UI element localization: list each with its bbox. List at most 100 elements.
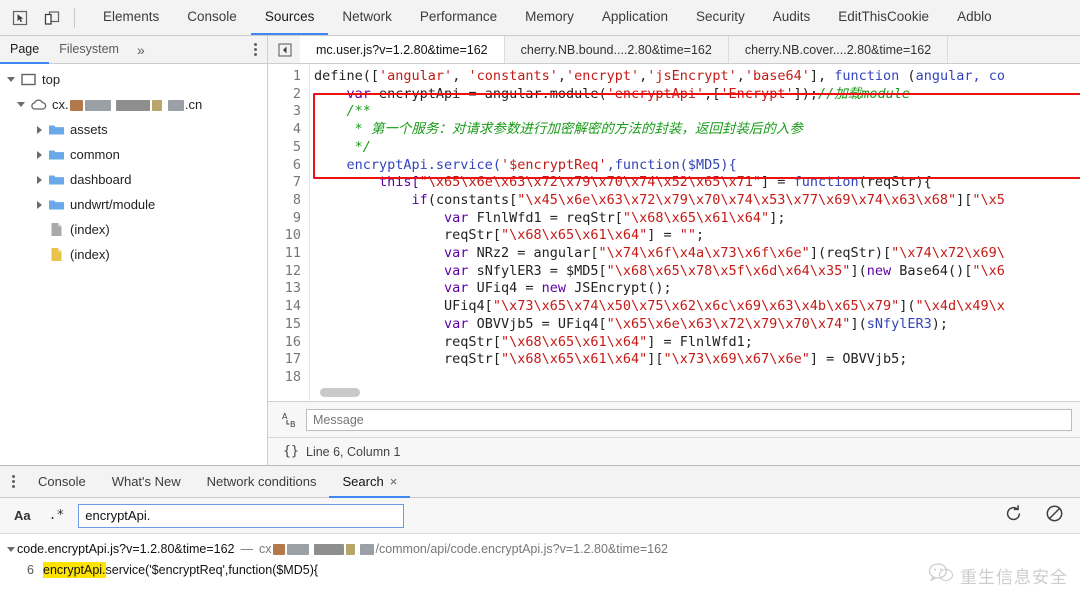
- tab-console[interactable]: Console: [173, 0, 251, 35]
- code-token: "\x74\x6f\x4a\x73\x6f\x6e": [598, 245, 810, 262]
- tree-item-index-gray[interactable]: (index): [0, 217, 267, 242]
- code-token: (reqStr){: [858, 174, 932, 191]
- drawer-tab-label: Console: [38, 473, 86, 489]
- horizontal-scrollbar-thumb[interactable]: [320, 388, 360, 397]
- tree-item-origin[interactable]: cx. .cn: [0, 92, 267, 117]
- line-number: 8: [292, 191, 301, 208]
- show-more-tabs-icon[interactable]: [268, 36, 300, 63]
- chevron-right-icon[interactable]: [32, 125, 46, 134]
- code-token: ] = FlnlWfd1;: [647, 333, 753, 350]
- drawer-tab-console[interactable]: Console: [25, 466, 99, 498]
- redaction-block: [360, 544, 375, 556]
- nav-more-tabs-icon[interactable]: »: [129, 36, 152, 63]
- code-token: reqStr[: [444, 227, 501, 244]
- toolbar-icon-group: [0, 0, 89, 35]
- chevron-right-icon[interactable]: [32, 175, 46, 184]
- tab-adblock[interactable]: Adblo: [943, 0, 1006, 35]
- editor-pane: mc.user.js?v=1.2.80&time=162 cherry.NB.b…: [268, 36, 1080, 465]
- code-line: var sNfylER3 = $MD5["\x68\x65\x78\x5f\x6…: [314, 263, 1080, 281]
- code-line: /**: [314, 103, 1080, 121]
- editor-tab-cherry-nb-cover[interactable]: cherry.NB.cover....2.80&time=162: [729, 36, 949, 63]
- code-token: "\x6: [972, 262, 1005, 279]
- chevron-right-icon[interactable]: [32, 150, 46, 159]
- code-content[interactable]: define(['angular', 'constants','encrypt'…: [310, 64, 1080, 401]
- editor-tab-cherry-nb-bound[interactable]: cherry.NB.bound....2.80&time=162: [505, 36, 729, 63]
- tab-elements[interactable]: Elements: [89, 0, 173, 35]
- line-number-gutter: 1 2 3 4 5 6 7 8 9 10 11 12 13 14 15 16 17 18: [268, 64, 310, 401]
- search-input[interactable]: [78, 503, 405, 528]
- code-line: var OBVVjb5 = UFiq4["\x65\x6e\x63\x72\x7…: [314, 316, 1080, 334]
- code-token: UFiq4 =: [468, 280, 542, 297]
- device-toolbar-icon[interactable]: [40, 7, 64, 29]
- tree-item-assets[interactable]: assets: [0, 117, 267, 142]
- tree-item-undwrt-module[interactable]: undwrt/module: [0, 192, 267, 217]
- navigator-menu-button[interactable]: [244, 36, 267, 63]
- tree-item-top[interactable]: top: [0, 67, 267, 92]
- code-line: * 第一个服务：对请求参数进行加密解密的方法的封装，返回封装后的入参: [314, 121, 1080, 139]
- chevron-down-icon[interactable]: [4, 77, 18, 82]
- chevron-right-icon[interactable]: [32, 200, 46, 209]
- svg-text:A: A: [282, 412, 288, 421]
- line-number: 5: [292, 138, 301, 155]
- search-toolbar: Aa .*: [0, 498, 1080, 534]
- tree-item-label: undwrt/module: [70, 197, 156, 212]
- tree-item-common[interactable]: common: [0, 142, 267, 167]
- devtools-window: Elements Console Sources Network Perform…: [0, 0, 1080, 597]
- drawer-tabbar: Console What's New Network conditions Se…: [0, 466, 1080, 498]
- editor-tab-mc-user-js[interactable]: mc.user.js?v=1.2.80&time=162: [300, 36, 505, 63]
- drawer-tab-search[interactable]: Search ×: [329, 466, 411, 498]
- code-token: ](: [899, 298, 916, 315]
- code-token: this[: [379, 174, 420, 191]
- format-braces-icon[interactable]: {}: [276, 444, 306, 459]
- tab-sources[interactable]: Sources: [250, 0, 329, 35]
- navigator-sidebar: Page Filesystem » top cx. .cn assets com…: [0, 36, 268, 465]
- drawer-tab-whats-new[interactable]: What's New: [99, 466, 194, 498]
- message-input[interactable]: [306, 408, 1072, 431]
- inspect-element-icon[interactable]: [8, 7, 32, 29]
- nav-tab-page[interactable]: Page: [0, 36, 50, 64]
- close-icon[interactable]: ×: [390, 474, 398, 489]
- regex-icon[interactable]: .*: [45, 506, 69, 525]
- code-line: encryptApi.service('$encryptReq',functio…: [314, 157, 1080, 175]
- tab-security[interactable]: Security: [682, 0, 759, 35]
- search-result-file-row[interactable]: code.encryptApi.js?v=1.2.80&time=162 — c…: [0, 539, 1080, 559]
- code-line: var FlnlWfd1 = reqStr["\x68\x65\x61\x64"…: [314, 210, 1080, 228]
- chevron-down-icon[interactable]: [14, 102, 28, 107]
- match-code-after: service('$encryptReq',function($MD5){: [105, 563, 319, 577]
- drawer-tab-label: What's New: [111, 473, 181, 489]
- refresh-icon[interactable]: [1004, 504, 1023, 528]
- tab-performance[interactable]: Performance: [406, 0, 511, 35]
- clear-icon[interactable]: [1045, 504, 1064, 528]
- drawer-menu-button[interactable]: [0, 466, 25, 497]
- kebab-menu-icon: [12, 475, 15, 488]
- navigator-tabbar: Page Filesystem »: [0, 36, 267, 64]
- code-editor[interactable]: 1 2 3 4 5 6 7 8 9 10 11 12 13 14 15 16 17 18 define(['ang…: [268, 64, 1080, 401]
- main-tab-list: Elements Console Sources Network Perform…: [89, 0, 1080, 35]
- tab-memory[interactable]: Memory: [511, 0, 588, 35]
- tab-editthiscookie[interactable]: EditThisCookie: [824, 0, 943, 35]
- tab-network[interactable]: Network: [328, 0, 406, 35]
- tree-item-index-yellow[interactable]: (index): [0, 242, 267, 267]
- tree-item-dashboard[interactable]: dashboard: [0, 167, 267, 192]
- code-token: ] =: [761, 174, 794, 191]
- tab-audits[interactable]: Audits: [759, 0, 825, 35]
- code-token: "\x74\x72\x69\: [891, 245, 1005, 262]
- search-results-list: code.encryptApi.js?v=1.2.80&time=162 — c…: [0, 534, 1080, 597]
- tab-application[interactable]: Application: [588, 0, 682, 35]
- code-token: 'jsEncrypt': [647, 68, 737, 84]
- chevron-down-icon[interactable]: [4, 546, 17, 552]
- match-case-icon[interactable]: Aa: [10, 506, 35, 525]
- nav-tab-filesystem[interactable]: Filesystem: [49, 36, 129, 64]
- code-line: if(constants["\x45\x6e\x63\x72\x79\x70\x…: [314, 192, 1080, 210]
- drawer-tab-network-conditions[interactable]: Network conditions: [194, 466, 330, 498]
- pretty-print-icon[interactable]: A B: [276, 411, 306, 429]
- search-result-match-row[interactable]: 6 encryptApi.service('$encryptReq',funct…: [0, 559, 1080, 581]
- code-token: "\x68\x65\x61\x64": [622, 209, 770, 226]
